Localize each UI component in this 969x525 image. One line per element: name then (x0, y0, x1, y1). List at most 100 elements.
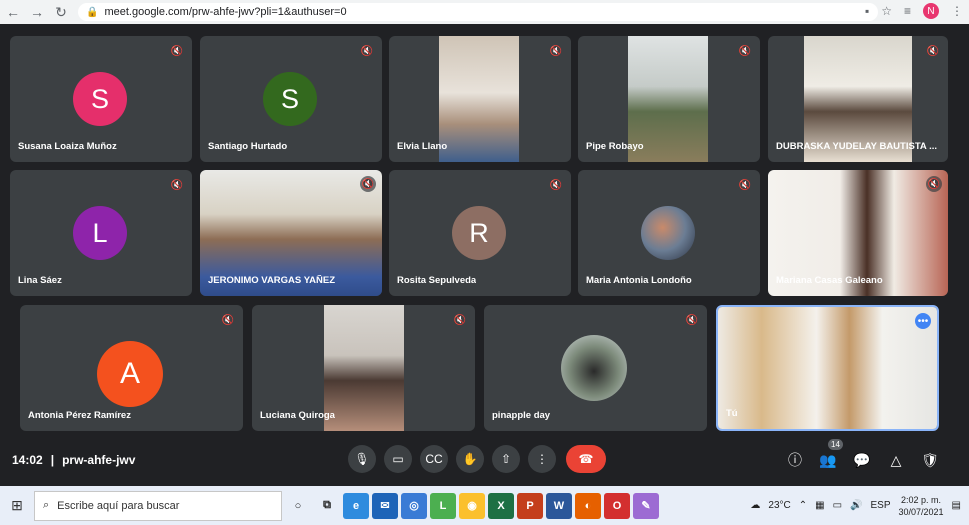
clock-time: 2:02 p. m. (901, 494, 942, 505)
mic-off-icon: 🔇 (685, 314, 699, 326)
participant-tile[interactable]: S 🔇 Santiago Hurtado (200, 36, 382, 162)
participant-video (324, 305, 404, 431)
language-indicator[interactable]: ESP (870, 500, 890, 511)
reload-icon[interactable]: ↻ (50, 1, 72, 23)
taskbar-search[interactable]: ⌕ Escribe aquí para buscar (34, 490, 282, 521)
participant-name: Pipe Robayo (586, 141, 644, 152)
mic-off-icon: 🔇 (738, 179, 752, 191)
captions-button[interactable]: CC (420, 445, 448, 473)
camera-button[interactable]: ▭ (384, 445, 412, 473)
mic-off-icon: 🔇 (170, 45, 184, 57)
url-text: meet.google.com/prw-ahfe-jwv?pli=1&authu… (104, 6, 347, 18)
end-call-icon: ☎ (578, 452, 594, 466)
host-controls-icon[interactable]: 🛡 (920, 450, 940, 470)
participant-name: Santiago Hurtado (208, 141, 288, 152)
windows-start-icon[interactable]: ⊞ (0, 497, 34, 514)
participant-tile[interactable]: A 🔇 Antonia Pérez Ramírez (20, 305, 243, 431)
meeting-code: prw-ahfe-jwv (62, 453, 136, 467)
volume-icon[interactable]: 🔊 (850, 500, 862, 511)
star-icon[interactable]: ☆ (881, 4, 892, 18)
excel-icon[interactable]: X (488, 492, 514, 519)
menu-icon[interactable]: ⋮ (951, 4, 963, 18)
mic-button[interactable]: 🎙 (348, 445, 376, 473)
raise-hand-button[interactable]: ✋ (456, 445, 484, 473)
tray-up-icon[interactable]: ⌃ (799, 500, 807, 511)
back-icon[interactable]: ← (2, 1, 24, 23)
paint-icon[interactable]: ✎ (633, 492, 659, 519)
mail-icon[interactable]: ✉ (372, 492, 398, 519)
participant-name: Mariana Casas Galeano (776, 275, 883, 286)
camera-icon: ▭ (392, 452, 404, 466)
mic-off-icon: 🔇 (170, 179, 184, 191)
mic-off-icon: 🔇 (360, 176, 376, 192)
profile-avatar[interactable]: N (923, 3, 939, 19)
participant-name: Tú (726, 408, 738, 419)
separator: | (50, 453, 55, 467)
participant-tile[interactable]: 🔇 JERONIMO VARGAS YAÑEZ (200, 170, 382, 296)
task-view-icon[interactable]: ⧉ (314, 493, 340, 519)
powerpoint-icon[interactable]: P (517, 492, 543, 519)
windows-taskbar: ⊞ ⌕ Escribe aquí para buscar ○ ⧉ e ✉ ◎ L… (0, 486, 969, 525)
chrome-icon[interactable]: ◉ (459, 492, 485, 519)
participant-tile[interactable]: 🔇 pinapple day (484, 305, 707, 431)
mic-off-icon: 🔇 (926, 45, 940, 57)
leave-call-button[interactable]: ☎ (566, 445, 606, 473)
self-view-tile[interactable]: ••• Tú (716, 305, 939, 431)
participant-tile[interactable]: 🔇 Luciana Quiroga (252, 305, 475, 431)
mic-icon: 🎙 (354, 452, 370, 466)
search-icon: ⌕ (43, 499, 50, 511)
edge-icon[interactable]: e (343, 492, 369, 519)
more-options-button[interactable]: ⋮ (528, 445, 556, 473)
word-icon[interactable]: W (546, 492, 572, 519)
explorer-icon[interactable]: ◎ (401, 492, 427, 519)
participant-video (439, 36, 519, 162)
camera-icon[interactable]: ▪ (865, 4, 869, 18)
participant-name: Antonia Pérez Ramírez (28, 410, 131, 421)
battery-icon[interactable]: ▭ (833, 500, 842, 511)
avatar: L (73, 206, 127, 260)
participant-tile[interactable]: R 🔇 Rosita Sepulveda (389, 170, 571, 296)
meeting-time: 14:02 (12, 453, 43, 467)
participant-tile[interactable]: S 🔇 Susana Loaiza Muñoz (10, 36, 192, 162)
network-icon[interactable]: ▦ (815, 500, 824, 511)
weather-icon[interactable]: ☁ (750, 500, 760, 511)
mic-off-icon: 🔇 (360, 45, 374, 57)
people-icon[interactable]: 👥 (818, 450, 838, 470)
reading-list-icon[interactable]: ≡ (904, 4, 911, 18)
participant-count-badge: 14 (828, 439, 843, 450)
participant-tile[interactable]: 🔇 DUBRASKA YUDELAY BAUTISTA ... (768, 36, 948, 162)
teams-l-icon[interactable]: L (430, 492, 456, 519)
avatar: S (263, 72, 317, 126)
participant-name: DUBRASKA YUDELAY BAUTISTA ... (776, 141, 937, 152)
hand-icon: ✋ (462, 452, 478, 466)
participant-name: Susana Loaiza Muñoz (18, 141, 117, 152)
participant-tile[interactable]: 🔇 Maria Antonia Londoño (578, 170, 760, 296)
mic-off-icon: 🔇 (738, 45, 752, 57)
chat-icon[interactable]: 💬 (852, 450, 872, 470)
notifications-icon[interactable]: ▤ (952, 500, 961, 511)
activities-icon[interactable]: △ (886, 450, 906, 470)
avatar: R (452, 206, 506, 260)
cortana-icon[interactable]: ○ (285, 493, 311, 519)
present-icon: ⇧ (500, 452, 512, 466)
participant-name: Luciana Quiroga (260, 410, 335, 421)
participant-name: Elvia Llano (397, 141, 448, 152)
clock[interactable]: 2:02 p. m. 30/07/2021 (899, 494, 944, 518)
avatar: A (97, 341, 163, 407)
participant-tile[interactable]: 🔇 Mariana Casas Galeano (768, 170, 948, 296)
more-options-icon[interactable]: ••• (915, 313, 931, 329)
participant-tile[interactable]: 🔇 Pipe Robayo (578, 36, 760, 162)
participant-tile[interactable]: L 🔇 Lina Sáez (10, 170, 192, 296)
info-icon[interactable]: ⓘ (785, 450, 805, 470)
present-button[interactable]: ⇧ (492, 445, 520, 473)
forward-icon[interactable]: → (26, 1, 48, 23)
firefox-icon[interactable]: ◐ (575, 492, 601, 519)
mic-off-icon: 🔇 (221, 314, 235, 326)
address-bar[interactable]: 🔒 meet.google.com/prw-ahfe-jwv?pli=1&aut… (78, 3, 878, 21)
opera-icon[interactable]: O (604, 492, 630, 519)
mic-off-icon: 🔇 (926, 176, 942, 192)
participant-name: Maria Antonia Londoño (586, 275, 692, 286)
avatar-photo (561, 335, 627, 401)
participant-tile[interactable]: 🔇 Elvia Llano (389, 36, 571, 162)
meet-grid: S 🔇 Susana Loaiza Muñoz S 🔇 Santiago Hur… (0, 24, 969, 486)
